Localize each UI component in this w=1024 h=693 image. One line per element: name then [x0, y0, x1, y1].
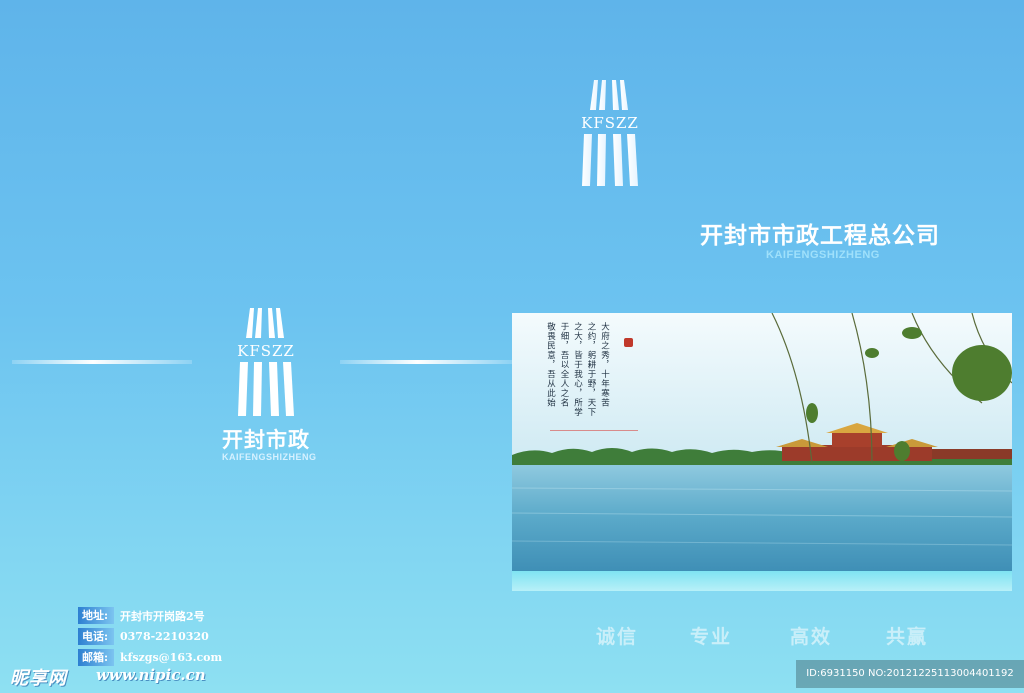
contact-email: 邮箱: kfszgs@163.com: [78, 647, 222, 668]
logo-mark-small: KFSZZ: [216, 304, 316, 422]
contact-value: 0378-2210320: [120, 630, 209, 643]
watermark-site-logo: 昵享网: [10, 668, 67, 689]
slogan-win-win: 共赢: [886, 626, 929, 648]
contact-value: kfszgs@163.com: [120, 651, 223, 664]
divider-line-right: [340, 360, 512, 364]
contact-label: 地址:: [78, 607, 114, 624]
poem-column: 大府之秀，十年寒苦: [599, 322, 610, 408]
company-name-en: KAIFENGSHIZHENG: [766, 249, 880, 261]
company-name-cn: 开封市市政工程总公司: [700, 223, 940, 249]
slogan-efficient: 高效: [790, 626, 833, 648]
logo-monogram: KFSZZ: [581, 114, 639, 132]
divider-line-left: [12, 360, 192, 364]
brand-name-en: KAIFENGSHIZHENG: [222, 452, 317, 462]
poem-column: 敬畏民意，吾从此始: [545, 322, 556, 408]
watermark-url: www.nipic.cn: [96, 666, 206, 684]
seal-stamp-icon: [624, 338, 633, 347]
watermark-id: ID:6931150 NO:20121225113004401192: [796, 660, 1024, 688]
poem-column: 于细，吾以全人之名: [559, 322, 569, 408]
logo-mark-large: KFSZZ: [560, 74, 660, 192]
logo-monogram-small: KFSZZ: [237, 342, 295, 360]
contact-label: 电话:: [78, 628, 114, 645]
slogan-integrity: 诚信: [596, 626, 639, 648]
poem-text: 大府之秀，十年寒苦 之约，躬耕于野，天下 之大，皆于我心，所学 于细，吾以全人之…: [545, 322, 610, 430]
brand-name-cn: 开封市政: [222, 428, 310, 452]
contact-label: 邮箱:: [78, 649, 114, 666]
contact-phone: 电话: 0378-2210320: [78, 626, 222, 647]
poem-rule: [550, 430, 638, 431]
slogan-professional: 专业: [690, 626, 733, 648]
contact-info: 地址: 开封市开岗路2号 电话: 0378-2210320 邮箱: kfszgs…: [78, 605, 222, 668]
brochure-cover: KFSZZ 开封市市政工程总公司 KAIFENGSHIZHENG KFSZZ 开…: [0, 0, 1024, 693]
poem-column: 之约，躬耕于野，天下: [586, 322, 596, 417]
contact-address: 地址: 开封市开岗路2号: [78, 605, 222, 626]
contact-value: 开封市开岗路2号: [120, 609, 205, 623]
poem-column: 之大，皆于我心，所学: [572, 322, 583, 417]
